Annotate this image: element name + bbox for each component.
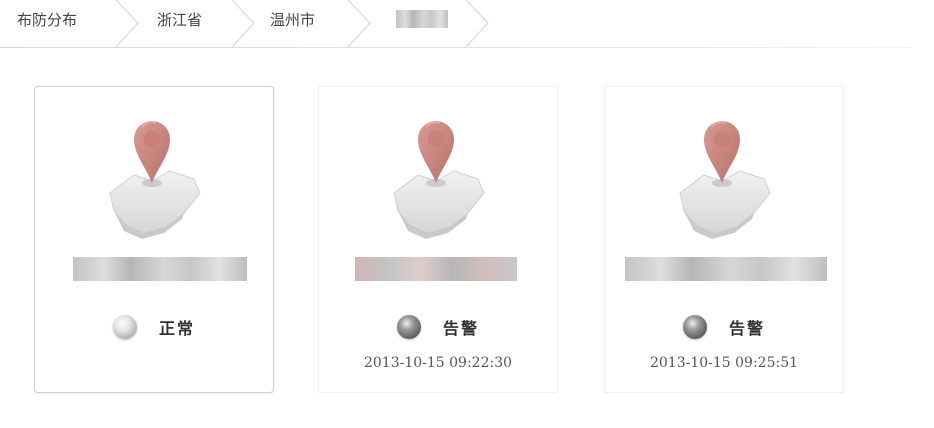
status-indicator-icon [396, 315, 421, 339]
breadcrumb-item-province[interactable]: 浙江省 [157, 10, 202, 30]
breadcrumb-chevron-icon [231, 0, 255, 48]
breadcrumb-chevron-icon [347, 0, 371, 48]
site-card[interactable]: 告警 2013-10-15 09:22:30 [318, 86, 558, 393]
breadcrumb-item-layout[interactable]: 布防分布 [17, 10, 77, 30]
site-name-redacted [355, 257, 517, 281]
map-pin-icon [109, 121, 201, 239]
status-row: 告警 [605, 312, 843, 342]
breadcrumb: 布防分布 浙江省 温州市 [0, 0, 934, 48]
alarm-timestamp: 2013-10-15 09:25:51 [649, 355, 799, 371]
site-name-redacted [625, 257, 827, 281]
map-pin-icon [679, 121, 771, 239]
map-pin-icon [393, 121, 485, 239]
status-indicator-icon [112, 315, 137, 339]
site-name-redacted [73, 257, 247, 281]
breadcrumb-item-district-redacted[interactable] [396, 10, 448, 28]
site-card[interactable]: 告警 2013-10-15 09:25:51 [604, 86, 844, 393]
breadcrumb-chevron-icon [115, 0, 139, 48]
status-label: 告警 [728, 319, 765, 338]
breadcrumb-chevron-icon [465, 0, 489, 48]
breadcrumb-divider [0, 47, 912, 48]
breadcrumb-item-city[interactable]: 温州市 [270, 10, 315, 30]
status-label: 正常 [158, 319, 195, 338]
alarm-timestamp: 2013-10-15 09:22:30 [363, 355, 513, 371]
status-row: 告警 [319, 312, 557, 342]
site-card[interactable]: 正常 [34, 86, 274, 393]
status-row: 正常 [35, 312, 273, 342]
status-indicator-icon [682, 315, 707, 339]
status-label: 告警 [442, 319, 479, 338]
page: 布防分布 浙江省 温州市 正常 告警 2013-10-15 09:22:30 告… [0, 0, 934, 428]
